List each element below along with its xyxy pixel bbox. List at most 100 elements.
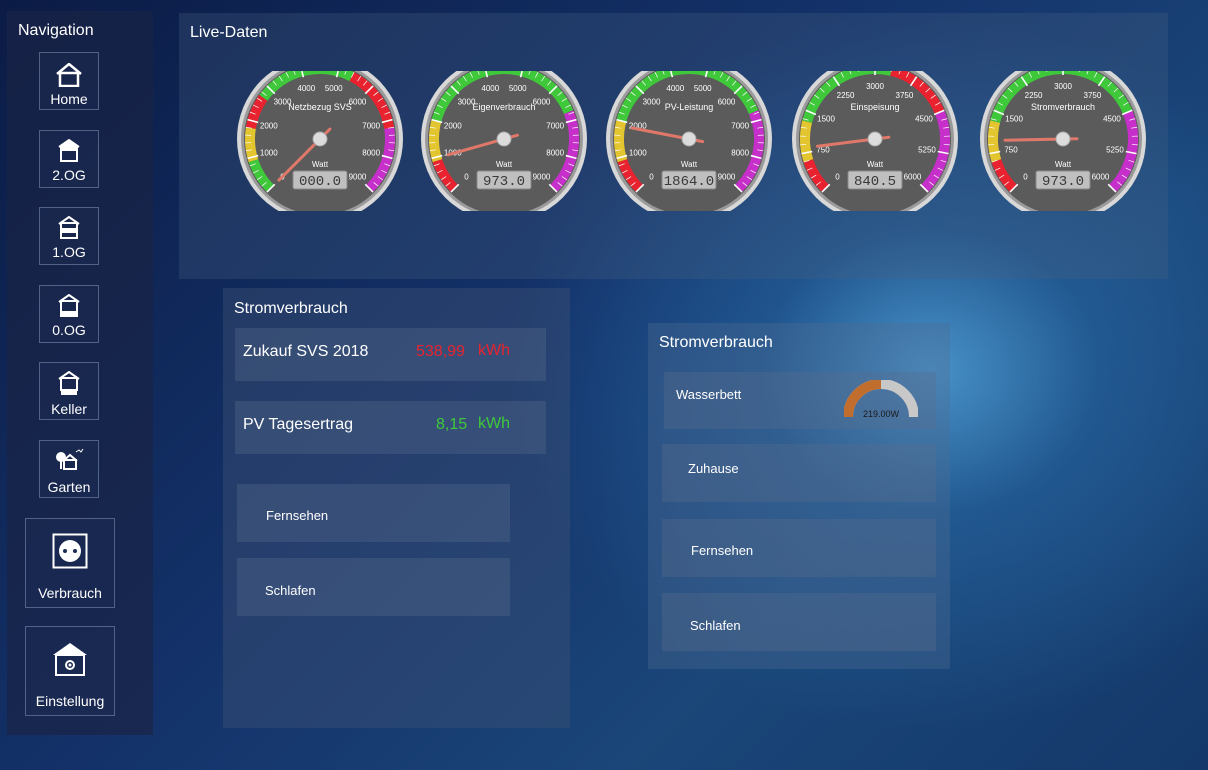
wasserbett-label: Wasserbett xyxy=(676,387,742,402)
nav-verbrauch-label: Verbrauch xyxy=(38,585,102,601)
stromverbrauch-panel-right: Stromverbrauch Wasserbett 219.00W Zuhaus… xyxy=(648,323,950,669)
gauge-tick-label: 3750 xyxy=(896,91,914,100)
nav-keller-button[interactable]: Keller xyxy=(39,362,99,420)
gauge-title: Netzbezug SVS xyxy=(288,102,352,112)
gauge-color-band xyxy=(245,127,259,163)
nav-1og-button[interactable]: 1.OG xyxy=(39,207,99,265)
gauge-color-band xyxy=(988,120,1002,163)
zukauf-value: 538,99 xyxy=(416,343,465,360)
zukauf-row: Zukauf SVS 2018 538,99 kWh xyxy=(235,328,546,381)
gauge-tick-label: 7000 xyxy=(731,121,749,130)
nav-garten-label: Garten xyxy=(47,479,91,495)
nav-einstellung-label: Einstellung xyxy=(35,693,105,709)
gauge-tick-label: 8000 xyxy=(362,149,380,158)
gauge-tick-label: 2000 xyxy=(444,121,462,130)
gauge-tick-label: 0 xyxy=(649,172,654,181)
gauge-needle-cap xyxy=(867,131,883,147)
gauge-pv-leistung: 01000200030004000 50006000700080009000PV-… xyxy=(606,71,772,211)
wasserbett-value: 219.00W xyxy=(863,409,900,419)
pv-row: PV Tagesertrag 8,15 kWh xyxy=(235,401,546,454)
garden-icon xyxy=(56,448,84,470)
schlafen-label-right: Schlafen xyxy=(690,618,741,633)
nav-1og-label: 1.OG xyxy=(52,244,86,260)
power-socket-icon xyxy=(52,533,88,569)
nav-2og-label: 2.OG xyxy=(52,167,86,183)
gauge-needle-cap xyxy=(681,131,697,147)
gauge-needle-cap xyxy=(312,131,328,147)
gauge-stromverbrauch: 0 750 1500 2250 3000 3750 4500 5250 6000 Stromver… xyxy=(980,71,1146,211)
gauge-display-value: 1864.0 xyxy=(664,174,714,190)
nav-verbrauch-button[interactable]: Verbrauch xyxy=(25,518,115,608)
gauge-display-value: 840.5 xyxy=(854,174,896,190)
gauge-tick-label: 1000 xyxy=(260,149,278,158)
gauge-title: PV-Leistung xyxy=(665,102,714,112)
gauge-tick-label: 7000 xyxy=(546,121,564,130)
gauge-tick-label: 9000 xyxy=(533,172,551,181)
nav-2og-button[interactable]: 2.OG xyxy=(39,130,99,188)
zuhause-label-right: Zuhause xyxy=(688,461,739,476)
gauge-tick-label: 5250 xyxy=(1106,145,1124,154)
nav-keller-label: Keller xyxy=(51,401,87,417)
gauge-tick-label: 1500 xyxy=(817,115,835,124)
gauge-tick-label: 1500 xyxy=(1005,115,1023,124)
gauge-display-value: 973.0 xyxy=(1042,174,1084,190)
gauge-tick-label: 6000 xyxy=(718,98,736,107)
gauge-unit: Watt xyxy=(1055,160,1072,169)
house-floor-1-icon xyxy=(58,216,80,239)
gauge-unit: Watt xyxy=(867,160,884,169)
schlafen-label-left: Schlafen xyxy=(265,583,316,598)
zukauf-label: Zukauf SVS 2018 xyxy=(243,343,369,360)
gauge-tick-label: 4000 xyxy=(481,84,499,93)
stromverbrauch-right-title: Stromverbrauch xyxy=(659,334,773,351)
gauge-tick-label: 1000 xyxy=(629,149,647,158)
gauge-tick-label: 3000 xyxy=(643,98,661,107)
schlafen-button-left[interactable]: Schlafen xyxy=(237,558,510,616)
navigation-title: Navigation xyxy=(18,22,94,39)
gauge-tick-label: 4000 xyxy=(666,84,684,93)
gauge-color-band xyxy=(429,120,443,163)
gauge-color-band xyxy=(614,120,628,163)
fernsehen-label-right: Fernsehen xyxy=(691,543,754,558)
gauge-tick-label: 2250 xyxy=(837,91,855,100)
fernsehen-button-right[interactable]: Fernsehen xyxy=(662,519,936,577)
nav-einstellung-button[interactable]: Einstellung xyxy=(25,626,115,716)
gauge-tick-label: 750 xyxy=(1004,145,1018,154)
zuhause-button-right[interactable]: Zuhause xyxy=(662,444,936,502)
gauge-title: Stromverbrauch xyxy=(1031,102,1095,112)
zukauf-unit: kWh xyxy=(478,342,510,359)
pv-unit: kWh xyxy=(478,415,510,432)
nav-garten-button[interactable]: Garten xyxy=(39,440,99,498)
gauge-unit: Watt xyxy=(681,160,698,169)
gauge-einspeisung: 07501500225030003750450052506000Einspeis… xyxy=(792,71,958,211)
schlafen-button-right[interactable]: Schlafen xyxy=(662,593,936,651)
gauge-tick-label: 4500 xyxy=(1103,115,1121,124)
nav-0og-button[interactable]: 0.OG xyxy=(39,285,99,343)
gauge-tick-label: 5000 xyxy=(325,84,343,93)
nav-home-label: Home xyxy=(50,91,88,107)
gauge-tick-label: 2000 xyxy=(260,121,278,130)
gauge-netzbezug: 0100020003000400050006000700080009000Net… xyxy=(237,71,403,211)
gauge-display-value: 000.0 xyxy=(299,174,341,190)
gauge-tick-label: 6000 xyxy=(1092,172,1110,181)
gauge-tick-label: 3000 xyxy=(1054,82,1072,91)
gauge-needle-cap xyxy=(1055,131,1071,147)
gauge-tick-label: 2250 xyxy=(1025,91,1043,100)
gauge-tick-label: 5250 xyxy=(918,145,936,154)
home-icon xyxy=(56,63,82,87)
house-cellar-icon xyxy=(58,371,80,395)
fernsehen-button-left[interactable]: Fernsehen xyxy=(237,484,510,542)
wasserbett-gauge: 219.00W xyxy=(844,380,918,419)
stromverbrauch-left-title: Stromverbrauch xyxy=(234,300,348,317)
nav-home-button[interactable]: Home xyxy=(39,52,99,110)
gauge-tick-label: 3750 xyxy=(1084,91,1102,100)
gauge-tick-label: 8000 xyxy=(731,149,749,158)
gauge-display-value: 973.0 xyxy=(483,174,525,190)
gauge-color-band xyxy=(800,120,814,163)
gauge-unit: Watt xyxy=(312,160,329,169)
wasserbett-row: Wasserbett 219.00W xyxy=(664,372,936,429)
house-settings-icon xyxy=(53,643,87,676)
fernsehen-label-left: Fernsehen xyxy=(266,508,329,523)
gauge-tick-label: 5000 xyxy=(694,84,712,93)
gauge-tick-label: 9000 xyxy=(349,172,367,181)
house-floor-2-icon xyxy=(58,139,80,162)
